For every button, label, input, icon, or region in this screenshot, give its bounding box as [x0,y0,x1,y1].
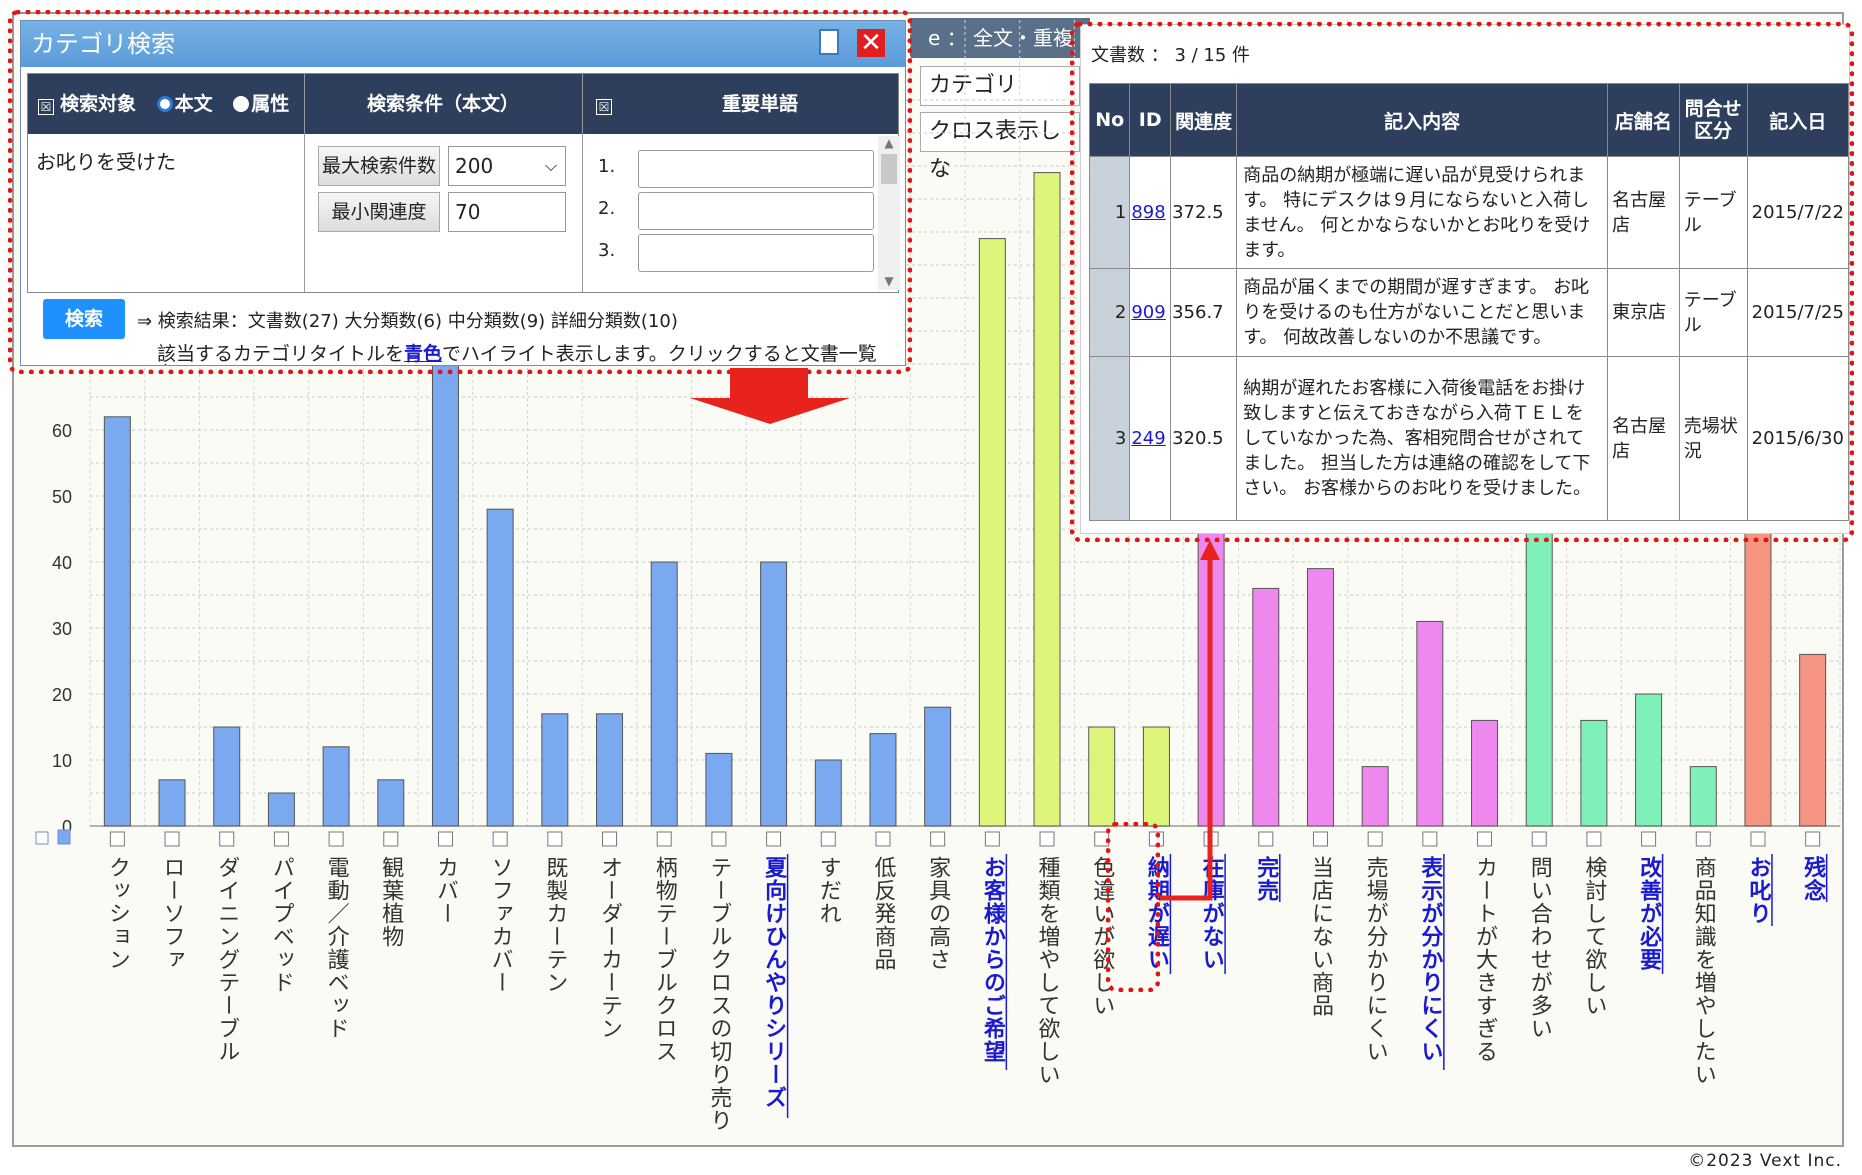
connector-line [1160,548,1213,901]
copyright: ©2023 Vext Inc. [1688,1151,1842,1171]
callout-arrows [690,368,1220,901]
down-arrow-icon [690,368,850,424]
up-arrowhead-icon [1200,540,1220,560]
